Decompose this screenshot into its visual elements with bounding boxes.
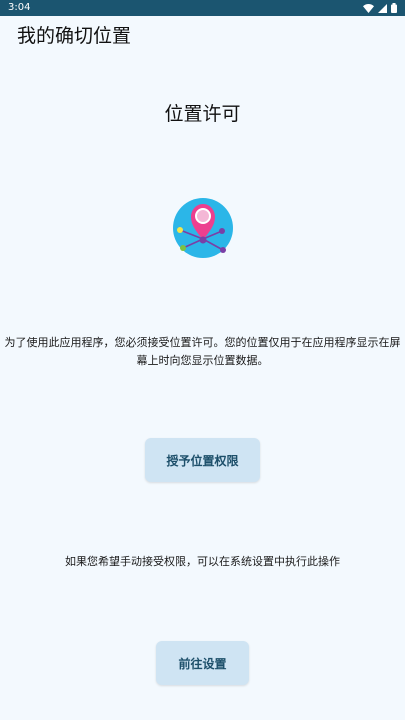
page-heading: 位置许可 [164,103,241,125]
location-pin-network-icon [170,195,236,261]
battery-icon [391,3,397,13]
permission-description: 为了使用此应用程序，您必须接受位置许可。您的位置仅用于在应用程序显示在屏幕上时向… [4,336,401,367]
status-bar: 3:04 [0,0,405,16]
grant-location-permission-button[interactable]: 授予位置权限 [145,438,260,482]
status-time: 3:04 [8,2,31,13]
app-title: 我的确切位置 [17,25,132,47]
status-icons [363,3,397,13]
go-to-settings-button[interactable]: 前往设置 [156,641,249,685]
manual-permission-text: 如果您希望手动接受权限，可以在系统设置中执行此操作 [65,555,340,568]
signal-icon [378,3,387,13]
wifi-icon [363,3,374,13]
